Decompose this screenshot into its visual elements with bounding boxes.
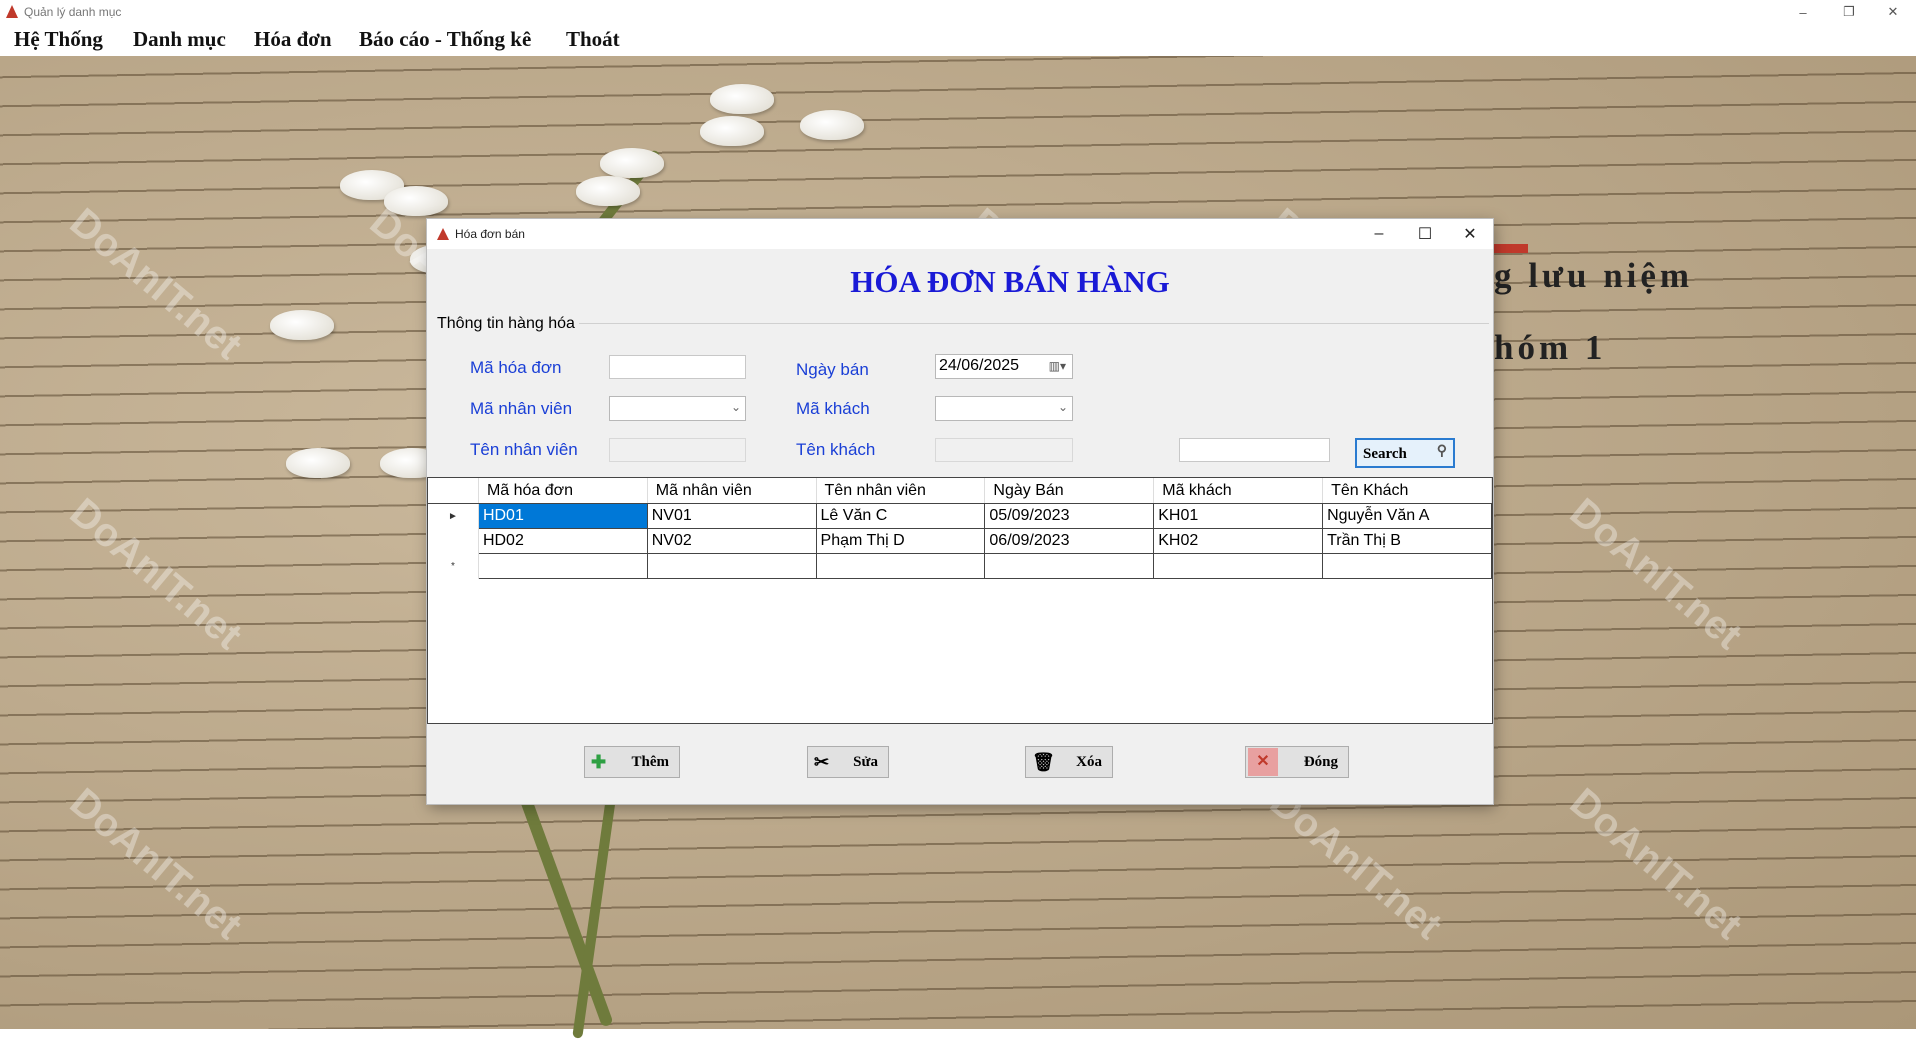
ma-khach-combobox[interactable]: ⌄ [935, 396, 1073, 421]
ma-khach-label: Mã khách [796, 399, 870, 418]
plus-icon: ✚ [591, 752, 607, 772]
form-logo-icon [437, 228, 449, 240]
new-row[interactable]: * [428, 553, 1492, 579]
table-row[interactable]: HD02 NV02 Phạm Thị D 06/09/2023 KH02 Trầ… [428, 528, 1492, 554]
chevron-down-icon[interactable]: ⌄ [731, 400, 741, 414]
ngay-ban-datepicker[interactable]: 24/06/2025 ▥▾ [935, 354, 1073, 379]
scissors-icon: ✂ [814, 752, 830, 772]
ma-hoa-don-input[interactable] [609, 355, 746, 379]
background-accent [1490, 244, 1528, 253]
column-header[interactable]: Ngày Bán [984, 478, 1155, 504]
table-cell[interactable]: NV02 [646, 528, 817, 554]
current-row-indicator-icon[interactable]: ► [428, 503, 479, 529]
ten-khach-label: Tên khách [796, 440, 876, 459]
trash-icon: 🗑 [1032, 752, 1055, 772]
table-cell[interactable]: Phạm Thị D [815, 528, 986, 554]
sua-button-label: Sửa [853, 754, 878, 770]
menu-danh-muc[interactable]: Danh mục [133, 27, 226, 52]
table-cell[interactable]: Lê Văn C [815, 503, 986, 529]
table-cell[interactable] [1153, 553, 1324, 579]
column-header[interactable]: Tên nhân viên [816, 478, 986, 504]
chevron-down-icon[interactable]: ⌄ [1058, 400, 1068, 414]
xoa-button-label: Xóa [1076, 754, 1102, 770]
ngay-ban-label: Ngày bán [796, 360, 869, 379]
ten-nhan-vien-label: Tên nhân viên [470, 440, 578, 459]
minimize-button[interactable]: – [1780, 0, 1826, 24]
table-cell[interactable]: NV01 [646, 503, 817, 529]
form-minimize-button[interactable]: – [1356, 219, 1402, 249]
close-icon: ✕ [1248, 748, 1278, 776]
table-cell[interactable]: Trần Thị B [1322, 528, 1492, 554]
grid-header-row: Mã hóa đơn Mã nhân viên Tên nhân viên Ng… [428, 478, 1492, 504]
table-cell[interactable]: KH01 [1153, 503, 1324, 529]
column-header[interactable]: Tên Khách [1322, 478, 1492, 504]
main-window-title: Quản lý danh mục [24, 5, 122, 19]
search-button[interactable]: Search ⚲ [1355, 438, 1455, 468]
new-row-indicator-icon[interactable]: * [428, 553, 479, 579]
group-label: Thông tin hàng hóa [437, 315, 579, 333]
column-header[interactable]: Mã hóa đơn [478, 478, 648, 504]
group-divider [437, 323, 1489, 324]
table-cell[interactable]: HD02 [477, 528, 648, 554]
menu-thoat[interactable]: Thoát [566, 27, 620, 52]
menu-bar: Hệ Thống Danh mục Hóa đơn Báo cáo - Thốn… [0, 24, 1916, 56]
table-row[interactable]: ► HD01 NV01 Lê Văn C 05/09/2023 KH01 Ngu… [428, 503, 1492, 529]
table-cell[interactable]: KH02 [1153, 528, 1324, 554]
menu-hoa-don[interactable]: Hóa đơn [254, 27, 332, 52]
form-title: Hóa đơn bán [455, 227, 525, 241]
ngay-ban-value: 24/06/2025 [939, 357, 1020, 374]
xoa-button[interactable]: 🗑 Xóa [1025, 746, 1113, 778]
table-cell[interactable] [984, 553, 1155, 579]
table-cell[interactable] [815, 553, 986, 579]
table-cell[interactable]: 06/09/2023 [984, 528, 1155, 554]
column-header[interactable]: Mã khách [1153, 478, 1324, 504]
ma-hoa-don-label: Mã hóa đơn [470, 358, 562, 377]
grid-row-header-corner[interactable] [428, 478, 479, 504]
table-cell[interactable]: 05/09/2023 [984, 503, 1155, 529]
them-button[interactable]: ✚ Thêm [584, 746, 680, 778]
hoa-don-ban-form: Hóa đơn bán – ☐ ✕ HÓA ĐƠN BÁN HÀNG Thông… [427, 219, 1493, 804]
sua-button[interactable]: ✂ Sửa [807, 746, 889, 778]
search-button-label: Search [1363, 446, 1407, 462]
invoice-grid[interactable]: Mã hóa đơn Mã nhân viên Tên nhân viên Ng… [427, 477, 1493, 724]
form-maximize-button[interactable]: ☐ [1402, 219, 1448, 249]
main-titlebar: Quản lý danh mục – ❐ ✕ [0, 0, 1916, 24]
form-titlebar: Hóa đơn bán – ☐ ✕ [427, 219, 1493, 249]
ma-nhan-vien-label: Mã nhân viên [470, 399, 573, 418]
table-cell[interactable] [646, 553, 817, 579]
table-cell[interactable] [477, 553, 648, 579]
dong-button-label: Đóng [1303, 754, 1338, 770]
background-text-line: hóm 1 [1494, 328, 1607, 367]
ma-nhan-vien-combobox[interactable]: ⌄ [609, 396, 746, 421]
calendar-dropdown-icon[interactable]: ▥▾ [1049, 359, 1066, 373]
row-header[interactable] [428, 528, 479, 554]
table-cell[interactable] [1322, 553, 1492, 579]
search-icon: ⚲ [1436, 444, 1447, 459]
ten-khach-input[interactable] [935, 438, 1073, 462]
menu-he-thong[interactable]: Hệ Thống [14, 27, 103, 52]
them-button-label: Thêm [631, 754, 670, 770]
close-button[interactable]: ✕ [1870, 0, 1916, 24]
maximize-button[interactable]: ❐ [1826, 0, 1872, 24]
column-header[interactable]: Mã nhân viên [647, 478, 817, 504]
app-logo-icon [6, 5, 18, 18]
form-close-button[interactable]: ✕ [1447, 219, 1493, 249]
ten-nhan-vien-input[interactable] [609, 438, 746, 462]
dong-button[interactable]: ✕ Đóng [1245, 746, 1349, 778]
menu-bao-cao-thong-ke[interactable]: Báo cáo - Thống kê [359, 27, 531, 52]
form-heading: HÓA ĐƠN BÁN HÀNG [850, 264, 1170, 299]
search-input[interactable] [1179, 438, 1330, 462]
table-cell[interactable]: HD01 [477, 503, 648, 529]
table-cell[interactable]: Nguyễn Văn A [1322, 503, 1492, 529]
